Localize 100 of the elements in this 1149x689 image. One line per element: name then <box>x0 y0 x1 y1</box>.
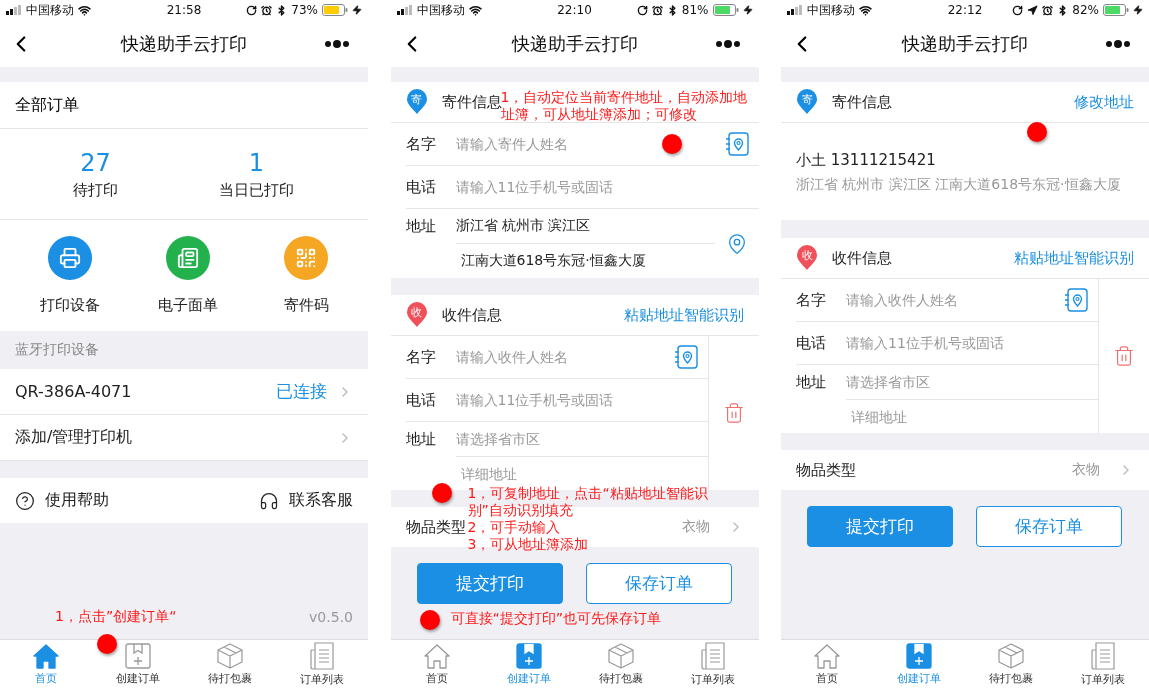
battery-percent: 82% <box>1072 3 1099 17</box>
item-type-value: 衣物 <box>681 518 710 536</box>
tab[interactable]: 订单列表 <box>1057 640 1149 689</box>
document-list-icon <box>309 642 335 670</box>
pin-badge: 寄 <box>796 89 818 115</box>
help-label: 使用帮助 <box>45 490 109 511</box>
save-order-button[interactable]: 保存订单 <box>976 506 1122 547</box>
field-label: 地址 <box>405 216 437 237</box>
device-row[interactable]: 添加/管理打印机 <box>0 415 368 461</box>
rotation-lock-icon <box>1012 4 1024 16</box>
home-icon <box>32 643 60 669</box>
wifi-icon <box>468 3 482 17</box>
tab[interactable]: 订单列表 <box>666 640 759 689</box>
alarm-icon <box>261 4 273 16</box>
printer-icon[interactable] <box>48 236 92 280</box>
shortcut-label[interactable]: 打印设备 <box>40 296 100 315</box>
item-type-value: 衣物 <box>1072 461 1100 479</box>
signal-icon <box>396 5 413 15</box>
edit-address-link[interactable]: 修改地址 <box>1074 92 1134 112</box>
page-title: 快递助手云打印 <box>900 31 1029 56</box>
phone-field[interactable]: 请输入11位手机号或固话 <box>846 326 1098 360</box>
more-icon[interactable] <box>714 39 741 48</box>
smart-paste-link[interactable]: 粘贴地址智能识别 <box>623 305 744 325</box>
save-order-button[interactable]: 保存订单 <box>585 563 732 604</box>
tab[interactable]: 待打包裹 <box>965 640 1057 689</box>
device-row[interactable]: QR-386A-4071 已连接 <box>0 369 368 415</box>
tab[interactable]: 创建订单 <box>482 640 575 689</box>
field-label: 电话 <box>405 177 437 197</box>
tab[interactable]: 创建订单 <box>92 640 184 689</box>
name-field[interactable]: 请输入寄件人姓名 <box>455 127 715 161</box>
trash-icon[interactable] <box>1113 345 1135 367</box>
help-link[interactable]: 联系客服 <box>259 490 353 511</box>
name-field[interactable]: 请输入收件人姓名 <box>846 283 1054 317</box>
battery-icon <box>322 4 348 16</box>
shortcut-label[interactable]: 寄件码 <box>283 296 329 315</box>
region-field[interactable]: 请选择省市区 <box>455 422 708 457</box>
battery-icon <box>1103 4 1129 16</box>
signal-icon <box>6 5 22 15</box>
rotation-lock-icon <box>246 4 258 16</box>
detail-address-field[interactable]: 详细地址 <box>846 400 1098 433</box>
tab[interactable]: 订单列表 <box>276 640 368 689</box>
more-icon[interactable] <box>1105 39 1131 48</box>
document-icon[interactable] <box>166 236 210 280</box>
document-list-icon <box>699 642 726 670</box>
field-label: 电话 <box>796 333 827 353</box>
shortcut-label[interactable]: 电子面单 <box>158 296 218 315</box>
stat-label: 待打印 <box>73 180 118 200</box>
detail-address-field[interactable]: 江南大道618号东冠·恒鑫大厦 <box>455 244 715 278</box>
item-type-label[interactable]: 物品类型 <box>405 517 466 536</box>
annotation-text: 2，可手动输入 <box>467 519 561 536</box>
tab[interactable]: 待打包裹 <box>574 640 667 689</box>
stat-value: 27 <box>80 148 111 177</box>
trash-icon[interactable] <box>722 402 745 424</box>
carrier-name: 中国移动 <box>416 1 465 19</box>
marker-dot <box>419 610 440 630</box>
item-type-label[interactable]: 物品类型 <box>796 460 856 479</box>
headset-icon <box>259 490 279 511</box>
region-field[interactable]: 请选择省市区 <box>846 365 1098 400</box>
tab[interactable]: 待打包裹 <box>184 640 276 689</box>
pin-badge: 收 <box>405 302 428 328</box>
sender-address: 浙江省 杭州市 滨江区 江南大道618号东冠·恒鑫大厦 <box>796 176 1122 194</box>
name-field[interactable]: 请输入收件人姓名 <box>455 340 664 374</box>
tab[interactable]: 首页 <box>390 640 483 689</box>
field-label: 名字 <box>405 134 437 154</box>
section-header: 蓝牙打印设备 <box>14 340 100 359</box>
battery-icon <box>712 4 739 16</box>
battery-percent: 81% <box>681 3 709 17</box>
address-book-icon[interactable] <box>1064 288 1088 312</box>
signal-icon <box>787 5 803 15</box>
field-label: 名字 <box>405 347 437 367</box>
field-label: 地址 <box>796 372 827 393</box>
page-title: 快递助手云打印 <box>119 31 248 56</box>
tab[interactable]: 首页 <box>0 640 92 689</box>
address-book-icon[interactable] <box>724 132 749 156</box>
status-time: 21:58 <box>166 3 202 17</box>
tab[interactable]: 首页 <box>781 640 873 689</box>
home-icon <box>813 643 841 669</box>
pin-badge: 收 <box>796 245 818 271</box>
box-icon <box>216 643 244 669</box>
address-book-icon[interactable] <box>673 345 698 369</box>
section-title: 全部订单 <box>0 82 368 129</box>
smart-paste-link[interactable]: 粘贴地址智能识别 <box>1014 248 1134 268</box>
wifi-icon <box>859 3 872 17</box>
bookmark-plus-icon <box>515 643 542 669</box>
region-field[interactable]: 浙江省 杭州市 滨江区 <box>455 209 715 244</box>
annotation-text: 1，点击”创建订单“ <box>55 608 177 625</box>
wifi-icon <box>78 3 91 17</box>
charging-icon <box>1133 5 1143 15</box>
annotation-text: 1，自动定位当前寄件地址，自动添加地址簿，可从地址簿添加；可修改 <box>500 89 749 123</box>
help-link[interactable]: 使用帮助 <box>15 490 109 511</box>
help-icon <box>15 490 35 511</box>
phone-field[interactable]: 请输入11位手机号或固话 <box>455 383 708 417</box>
box-icon <box>997 643 1025 669</box>
charging-icon <box>742 5 753 15</box>
phone-field[interactable]: 请输入11位手机号或固话 <box>455 170 759 204</box>
version-label: v0.5.0 <box>309 608 353 625</box>
tab[interactable]: 创建订单 <box>873 640 965 689</box>
marker-dot <box>431 483 452 503</box>
qr-code-icon[interactable] <box>284 236 328 280</box>
more-icon[interactable] <box>324 39 350 48</box>
